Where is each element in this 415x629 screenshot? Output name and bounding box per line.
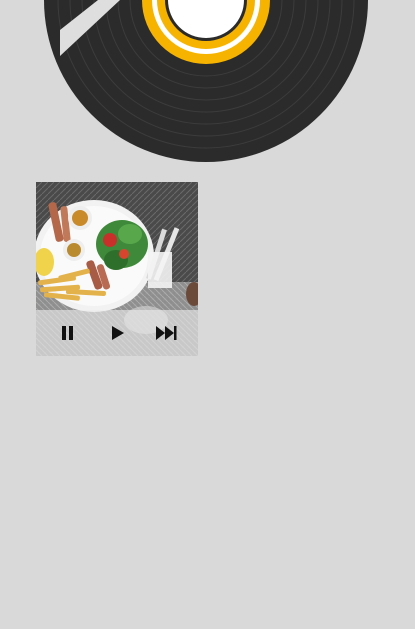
vinyl-record: [44, 0, 368, 162]
album-card: [36, 182, 198, 356]
play-icon[interactable]: [105, 321, 129, 345]
playback-controls: [36, 310, 198, 356]
fast-forward-icon[interactable]: [154, 321, 178, 345]
pause-icon[interactable]: [56, 321, 80, 345]
